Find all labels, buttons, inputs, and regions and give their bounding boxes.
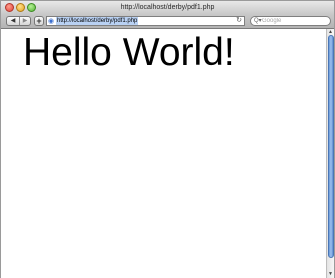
address-bar[interactable]: ◉ http://localhost/derby/pdf1.php ↻ (46, 16, 245, 26)
navigation-buttons: ◀ ▶ (6, 16, 31, 26)
vertical-scrollbar[interactable]: ▲ ▼ (326, 29, 334, 278)
search-icon[interactable]: Q▾ (254, 17, 262, 25)
browser-window: http://localhost/derby/pdf1.php ◀ ▶ + ◉ … (0, 0, 335, 278)
forward-button[interactable]: ▶ (19, 17, 31, 25)
search-input[interactable] (262, 17, 326, 25)
title-bar[interactable]: http://localhost/derby/pdf1.php (1, 1, 334, 14)
reload-icon[interactable]: ↻ (236, 17, 242, 25)
add-bookmark-button[interactable]: + (34, 16, 44, 26)
page-content: Hello World! (1, 29, 326, 278)
browser-toolbar: ◀ ▶ + ◉ http://localhost/derby/pdf1.php … (1, 14, 334, 29)
scroll-thumb[interactable] (328, 35, 334, 258)
url-text[interactable]: http://localhost/derby/pdf1.php (56, 17, 139, 25)
search-box[interactable]: Q▾ (250, 16, 331, 26)
scroll-down-icon[interactable]: ▼ (327, 271, 334, 278)
site-globe-icon: ◉ (48, 18, 55, 25)
window-title: http://localhost/derby/pdf1.php (120, 4, 215, 11)
page-heading: Hello World! (23, 31, 235, 74)
